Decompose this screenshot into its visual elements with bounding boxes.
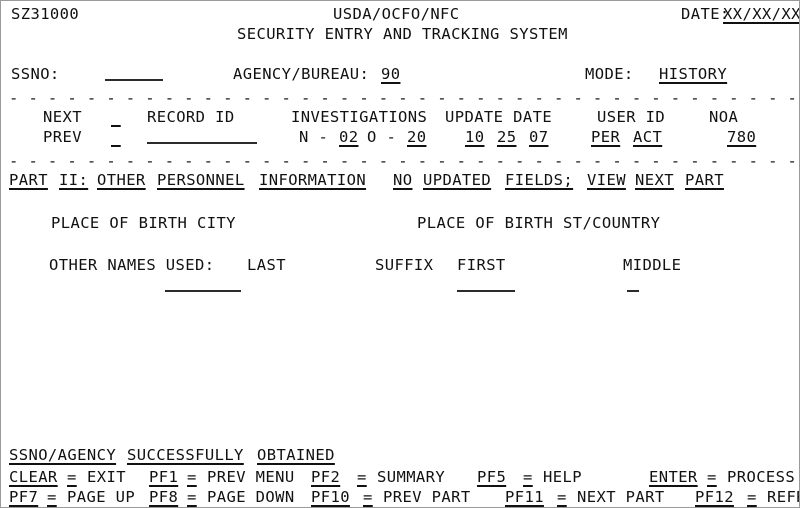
- update-date-month[interactable]: 10: [465, 126, 484, 148]
- pfkey-pf2-action: SUMMARY: [377, 468, 446, 486]
- pfkey-pf10[interactable]: PF10: [311, 486, 350, 507]
- status-message-word-2: SUCCESSFULLY: [127, 446, 244, 464]
- pfkey-pf1[interactable]: PF1: [149, 466, 178, 488]
- investigations-n-label: N -: [299, 128, 329, 146]
- middle-name-label: MIDDLE: [623, 256, 682, 274]
- status-word-updated[interactable]: UPDATED: [423, 169, 491, 191]
- ssno-input-underline[interactable]: [105, 79, 163, 81]
- noa-value[interactable]: 780: [727, 126, 756, 148]
- place-of-birth-state-label: PLACE OF BIRTH ST/COUNTRY: [417, 214, 661, 232]
- pfkey-pf10-equals: =: [363, 488, 373, 506]
- pfkey-pf5-action: HELP: [543, 468, 582, 486]
- mode-label: MODE:: [585, 65, 634, 83]
- pfkey-pf5[interactable]: PF5: [477, 466, 506, 488]
- separator-top: - - - - - - - - - - - - - - - - - - - - …: [9, 93, 795, 103]
- agency-bureau-input[interactable]: 90: [381, 63, 400, 85]
- ssno-label: SSNO:: [11, 65, 60, 83]
- investigations-n-value[interactable]: 02: [339, 126, 358, 148]
- user-id-act[interactable]: ACT: [633, 126, 662, 148]
- record-id-underline[interactable]: [147, 142, 257, 144]
- last-name-label: LAST: [247, 256, 286, 274]
- pfkey-pf2[interactable]: PF2: [311, 466, 340, 488]
- program-id: SZ31000: [11, 5, 80, 23]
- status-message-word-1: SSNO/AGENCY: [9, 446, 117, 464]
- update-date-year[interactable]: 07: [529, 126, 548, 148]
- other-names-used-label: OTHER NAMES USED:: [49, 256, 215, 274]
- suffix-label: SUFFIX: [375, 256, 434, 274]
- record-id-label: RECORD ID: [147, 108, 235, 126]
- noa-label: NOA: [709, 108, 739, 126]
- user-id-per[interactable]: PER: [591, 126, 620, 148]
- update-date-label: UPDATE DATE: [445, 108, 553, 126]
- pfkey-pf12[interactable]: PF12: [695, 486, 734, 507]
- pfkey-pf7-equals: =: [47, 488, 57, 506]
- pfkey-pf11[interactable]: PF11: [505, 486, 544, 507]
- pfkey-clear[interactable]: CLEAR: [9, 466, 58, 488]
- pfkey-clear-action: EXIT: [87, 468, 126, 486]
- organization-label: USDA/OCFO/NFC: [333, 5, 460, 23]
- pfkey-enter[interactable]: ENTER: [649, 466, 698, 488]
- pfkey-pf7[interactable]: PF7: [9, 486, 38, 507]
- pfkey-clear-equals: =: [67, 468, 77, 486]
- pfkey-pf8[interactable]: PF8: [149, 486, 178, 507]
- pfkey-pf1-equals: =: [187, 468, 197, 486]
- page-title: SECURITY ENTRY AND TRACKING SYSTEM: [237, 25, 568, 43]
- pfkey-pf12-equals: =: [747, 488, 757, 506]
- pfkey-pf1-action: PREV MENU: [207, 468, 295, 486]
- part-word-personnel[interactable]: PERSONNEL: [157, 169, 245, 191]
- status-word-fields[interactable]: FIELDS;: [505, 169, 573, 191]
- investigations-o-label: O -: [367, 128, 397, 146]
- date-value: XX/XX/XX: [723, 5, 800, 23]
- prev-marker[interactable]: _: [111, 126, 121, 148]
- place-of-birth-city-label: PLACE OF BIRTH CITY: [51, 214, 236, 232]
- mode-value: HISTORY: [659, 65, 728, 83]
- pfkey-pf11-action: NEXT PART: [577, 488, 665, 506]
- first-name-label: FIRST: [457, 256, 506, 274]
- pfkey-pf2-equals: =: [357, 468, 367, 486]
- pfkey-pf5-equals: =: [523, 468, 533, 486]
- pfkey-pf11-equals: =: [557, 488, 567, 506]
- part-word-other[interactable]: OTHER: [97, 169, 146, 191]
- status-message-word-3: OBTAINED: [257, 446, 335, 464]
- separator-middle: - - - - - - - - - - - - - - - - - - - - …: [9, 156, 795, 166]
- pfkey-pf12-action: REFRESH: [767, 488, 799, 506]
- agency-bureau-label: AGENCY/BUREAU:: [233, 65, 370, 83]
- last-name-underline[interactable]: [165, 290, 241, 292]
- status-word-view[interactable]: VIEW: [587, 169, 626, 191]
- part-label[interactable]: PART: [9, 169, 48, 191]
- first-name-underline[interactable]: [457, 290, 515, 292]
- status-word-no[interactable]: NO: [393, 169, 412, 191]
- pfkey-enter-action: PROCESS: [727, 468, 796, 486]
- prev-label: PREV: [43, 128, 82, 146]
- investigations-o-value[interactable]: 20: [407, 126, 426, 148]
- pfkey-enter-equals: =: [707, 468, 717, 486]
- next-label: NEXT: [43, 108, 82, 126]
- investigations-label: INVESTIGATIONS: [291, 108, 428, 126]
- middle-name-underline[interactable]: [627, 290, 639, 292]
- pfkey-pf7-action: PAGE UP: [67, 488, 136, 506]
- pfkey-pf10-action: PREV PART: [383, 488, 471, 506]
- pfkey-pf8-equals: =: [187, 488, 197, 506]
- update-date-day[interactable]: 25: [497, 126, 516, 148]
- status-word-next[interactable]: NEXT: [635, 169, 674, 191]
- user-id-label: USER ID: [597, 108, 666, 126]
- next-marker[interactable]: _: [111, 106, 121, 128]
- terminal-screen: SZ31000 USDA/OCFO/NFC DATE: XX/XX/XX SEC…: [0, 0, 800, 508]
- part-word-information[interactable]: INFORMATION: [259, 169, 366, 191]
- part-number[interactable]: II:: [59, 169, 88, 191]
- pfkey-pf8-action: PAGE DOWN: [207, 488, 295, 506]
- status-word-part[interactable]: PART: [685, 169, 724, 191]
